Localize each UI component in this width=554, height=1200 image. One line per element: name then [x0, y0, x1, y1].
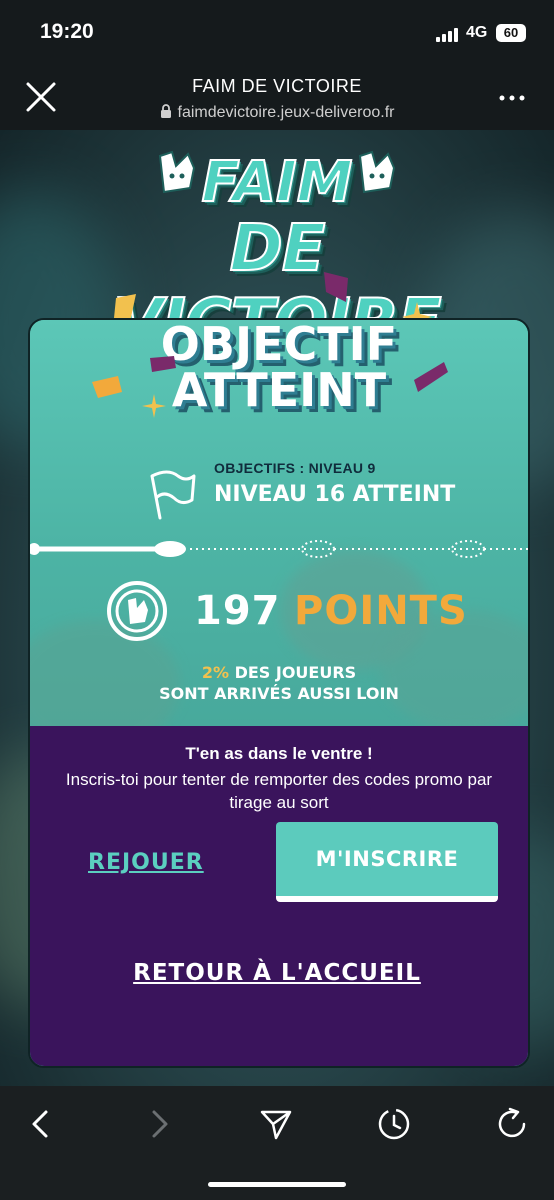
network-type: 4G — [466, 24, 488, 41]
confetti-icon — [150, 356, 176, 372]
objective-block: OBJECTIFS : NIVEAU 9 NIVEAU 16 ATTEINT — [214, 460, 455, 507]
objective-label: OBJECTIFS : NIVEAU 9 — [214, 460, 376, 476]
logo-line-1: FAIM — [201, 149, 354, 216]
status-bar: 19:20 4G 60 — [0, 0, 554, 64]
home-indicator — [208, 1182, 346, 1187]
result-card: OBJECTIF ATTEINT OBJECTIFS : NIVEAU 9 NI… — [28, 318, 530, 1068]
points-value: 197 — [194, 588, 281, 634]
forward-icon[interactable] — [140, 1106, 176, 1142]
players-percentage: 2% DES JOUEURS SONT ARRIVÉS AUSSI LOIN — [30, 662, 528, 704]
browser-title: FAIM DE VICTOIRE — [192, 76, 362, 96]
confetti-icon — [92, 376, 122, 398]
deliveroo-coin-icon — [107, 581, 167, 641]
back-home-link[interactable]: RETOUR À L'ACCUEIL — [0, 960, 554, 986]
signup-panel: T'en as dans le ventre ! Inscris-toi pou… — [30, 726, 528, 1066]
result-card-top: OBJECTIF ATTEINT OBJECTIFS : NIVEAU 9 NI… — [30, 318, 528, 750]
flag-icon — [150, 470, 196, 520]
battery-icon: 60 — [496, 24, 526, 42]
cta-title: T'en as dans le ventre ! — [185, 744, 373, 763]
confetti-icon — [324, 272, 348, 302]
signup-button[interactable]: M'INSCRIRE — [276, 822, 498, 902]
sparkle-icon — [142, 394, 166, 418]
percentage-value: 2% — [201, 663, 229, 682]
result-title-line-1: OBJECTIF — [160, 318, 398, 371]
level-progress-track — [30, 540, 528, 558]
lock-icon — [160, 104, 171, 118]
more-options-icon[interactable] — [498, 88, 526, 108]
browser-header: FAIM DE VICTOIRE faimdevictoire.jeux-del… — [0, 64, 554, 130]
back-icon[interactable] — [24, 1106, 60, 1142]
share-icon[interactable] — [258, 1106, 294, 1142]
points-row: 197 POINTS — [30, 574, 528, 648]
replay-link[interactable]: REJOUER — [88, 850, 204, 875]
signal-icon — [436, 28, 458, 42]
reload-icon[interactable] — [494, 1106, 530, 1142]
status-time: 19:20 — [40, 20, 94, 43]
points-label: POINTS — [294, 588, 468, 634]
game-page: FAIM DE VICTOIRE OBJECTIF ATTEINT OBJECT… — [0, 130, 554, 1086]
percentage-text-1: DES JOUEURS — [234, 663, 357, 682]
cta-description: Inscris-toi pour tenter de remporter des… — [65, 770, 493, 812]
browser-url: faimdevictoire.jeux-deliveroo.fr — [0, 104, 554, 122]
level-reached: NIVEAU 16 ATTEINT — [214, 482, 456, 507]
percentage-text-2: SONT ARRIVÉS AUSSI LOIN — [159, 684, 399, 703]
url-text: faimdevictoire.jeux-deliveroo.fr — [177, 104, 395, 121]
confetti-icon — [414, 362, 448, 392]
history-icon[interactable] — [376, 1106, 412, 1142]
signup-button-label: M'INSCRIRE — [315, 847, 459, 871]
